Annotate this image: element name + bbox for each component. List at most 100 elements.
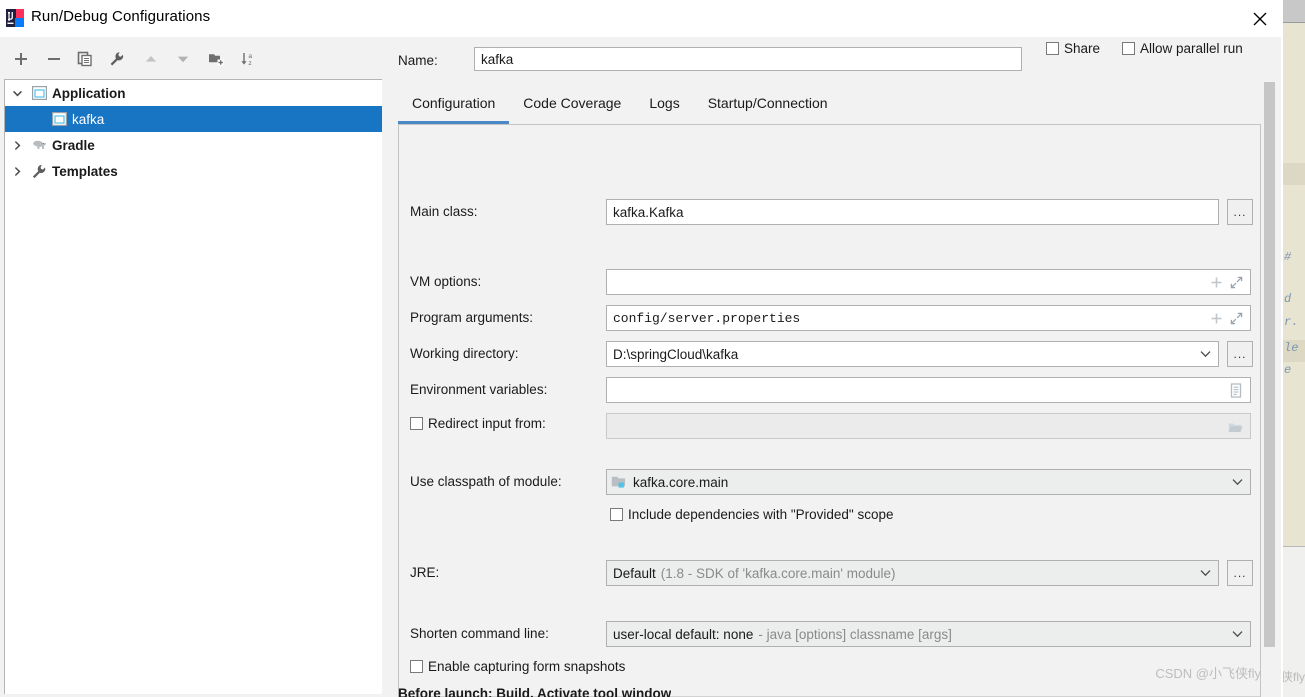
working-directory-browse-button[interactable]: ... [1227,341,1253,367]
working-directory-combobox[interactable]: D:\springCloud\kafka [606,341,1219,367]
working-directory-label: Working directory: [410,346,519,361]
program-arguments-label: Program arguments: [410,310,534,325]
wrench-icon [29,164,49,179]
environment-variables-field-actions [1226,378,1250,402]
tree-item-label: Application [52,85,126,101]
expand-diagonal-icon[interactable] [1226,272,1246,292]
edit-templates-button[interactable] [104,46,130,72]
program-arguments-input[interactable] [606,305,1251,331]
checkbox-box[interactable] [410,660,423,673]
use-classpath-combobox[interactable]: kafka.core.main [606,469,1251,495]
chevron-right-icon[interactable] [5,166,29,177]
share-label: Share [1064,41,1101,56]
module-folder-icon [611,475,627,489]
program-arguments-field-actions [1206,306,1250,330]
ellipsis-icon: ... [1233,347,1247,361]
tree-item-gradle[interactable]: Gradle [5,132,382,158]
list-document-icon[interactable] [1226,380,1246,400]
share-checkbox[interactable]: Share [1046,41,1100,56]
move-down-button[interactable] [170,46,196,72]
tab-logs[interactable]: Logs [635,89,693,124]
before-launch-label: Before launch: Build, Activate tool wind… [398,686,672,697]
tab-startup-connection[interactable]: Startup/Connection [694,89,842,124]
move-into-folder-button[interactable] [203,46,229,72]
sort-configurations-button[interactable]: a z [235,46,261,72]
dialog-title: Run/Debug Configurations [31,8,211,25]
tree-item-label: Gradle [52,137,95,153]
configurations-tree[interactable]: Application kafka Gradle Templates [4,79,383,694]
run-debug-configurations-dialog: Run/Debug Configurations a z Application… [0,0,1283,697]
chevron-down-icon[interactable] [1200,350,1211,358]
working-directory-value: D:\springCloud\kafka [613,346,739,362]
background-editor-text-line-2: d [1284,292,1292,306]
configuration-form: Main class: ... VM options: [398,124,1261,697]
use-classpath-label: Use classpath of module: [410,474,562,489]
jre-browse-button[interactable]: ... [1227,560,1253,586]
jre-combobox[interactable]: Default (1.8 - SDK of 'kafka.core.main' … [606,560,1219,586]
redirect-input-field [606,413,1251,439]
move-up-button[interactable] [138,46,164,72]
environment-variables-label: Environment variables: [410,382,548,397]
dialog-titlebar: Run/Debug Configurations [0,0,1283,37]
checkbox-box[interactable] [410,417,423,430]
checkbox-box[interactable] [1046,42,1059,55]
include-provided-label: Include dependencies with "Provided" sco… [628,507,894,522]
svg-text:a: a [248,53,252,60]
svg-text:z: z [248,60,251,67]
background-editor-text-line-1: # [1284,250,1292,264]
plus-icon[interactable] [1206,308,1226,328]
enable-snapshots-checkbox[interactable]: Enable capturing form snapshots [410,659,625,674]
chevron-down-icon[interactable] [1232,478,1243,486]
tree-item-kafka[interactable]: kafka [5,106,382,132]
environment-variables-input[interactable] [606,377,1251,403]
tree-item-application[interactable]: Application [5,80,382,106]
chevron-down-icon[interactable] [1232,630,1243,638]
minus-icon [48,58,60,60]
background-watermark: 侠fly [1283,670,1305,684]
checkbox-box[interactable] [1122,42,1135,55]
tab-code-coverage[interactable]: Code Coverage [509,89,635,124]
close-icon[interactable] [1237,0,1283,37]
editor-scrollbar-track[interactable] [1262,80,1277,690]
allow-parallel-run-label: Allow parallel run [1140,41,1243,56]
chevron-right-icon[interactable] [5,140,29,151]
checkbox-box[interactable] [610,508,623,521]
shorten-command-line-detail: - java [options] classname [args] [758,626,952,642]
arrow-up-icon [145,56,157,62]
editor-scrollbar-thumb[interactable] [1264,82,1275,647]
tab-configuration[interactable]: Configuration [398,89,510,124]
shorten-command-line-combobox[interactable]: user-local default: none - java [options… [606,621,1251,647]
copy-configuration-button[interactable] [72,46,98,72]
application-icon [29,86,49,100]
background-editor-text-line-3: r. [1284,315,1299,329]
sort-az-icon: a z [241,53,252,67]
main-class-input[interactable] [606,199,1219,225]
arrow-down-icon [177,56,189,63]
folder-open-icon [1225,417,1245,437]
plus-icon[interactable] [1206,272,1226,292]
configurations-toolbar: a z [0,37,382,80]
background-editor-text-line-5: e [1284,363,1292,377]
chevron-down-icon[interactable] [5,88,29,99]
jre-value-detail: (1.8 - SDK of 'kafka.core.main' module) [660,565,896,581]
vm-options-field-actions [1206,270,1250,294]
name-label: Name: [398,53,438,68]
expand-diagonal-icon[interactable] [1226,308,1246,328]
tree-item-label: kafka [72,111,105,127]
remove-configuration-button[interactable] [41,46,67,72]
include-provided-checkbox[interactable]: Include dependencies with "Provided" sco… [610,507,894,522]
add-configuration-button[interactable] [8,46,34,72]
vm-options-input[interactable] [606,269,1251,295]
redirect-input-checkbox[interactable]: Redirect input from: [410,416,546,431]
configuration-tabs: Configuration Code Coverage Logs Startup… [398,89,1268,125]
ellipsis-icon: ... [1233,205,1247,219]
background-editor-text-line-4: le [1284,341,1299,355]
main-class-browse-button[interactable]: ... [1227,199,1253,225]
shorten-command-line-value: user-local default: none [613,626,754,642]
name-input[interactable] [474,47,1022,71]
allow-parallel-run-checkbox[interactable]: Allow parallel run [1122,41,1243,56]
configuration-editor-panel: Name: Share Allow parallel run Configura… [382,37,1283,697]
tree-item-templates[interactable]: Templates [5,158,382,184]
chevron-down-icon[interactable] [1200,569,1211,577]
ellipsis-icon: ... [1233,566,1247,580]
